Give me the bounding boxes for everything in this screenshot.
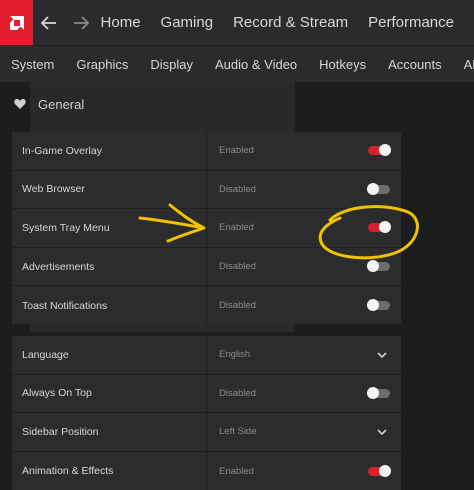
subtab-display[interactable]: Display [150,57,193,72]
chevron-down-icon[interactable] [376,349,388,361]
setting-label: In-Game Overlay [22,144,102,157]
setting-value: Disabled [219,387,256,399]
top-tabs: Home Gaming Record & Stream Performance [101,14,474,31]
chevron-down-icon[interactable] [376,426,388,438]
divider [206,132,207,170]
divider [206,336,207,374]
toggle-knob [367,260,379,273]
setting-label: System Tray Menu [22,221,110,234]
subtab-hotkeys[interactable]: Hotkeys [319,57,366,72]
system-tray-menu-toggle[interactable] [368,221,391,234]
setting-row-always-on-top: Always On Top Disabled [12,374,401,414]
tab-performance[interactable]: Performance [368,14,454,31]
app-settings-panel: Language English Always On Top Disabled … [12,336,401,490]
setting-value: English [219,349,251,361]
setting-row-web-browser: Web Browser Disabled [12,170,401,210]
toggle-knob [367,182,379,195]
setting-row-advertisements: Advertisements Disabled [12,247,401,287]
setting-row-toast-notifications: Toast Notifications Disabled [12,286,401,325]
advertisements-toggle[interactable] [367,260,390,273]
divider [206,209,207,247]
subtab-amd-link[interactable]: AMD Link [464,57,474,72]
divider [206,247,207,286]
setting-row-system-tray-menu: System Tray Menu Enabled [12,209,401,248]
setting-label: Always On Top [22,387,92,400]
subtab-audio-video[interactable]: Audio & Video [215,57,297,72]
top-nav-bar: Home Gaming Record & Stream Performance [0,0,474,45]
tab-gaming[interactable]: Gaming [161,14,214,31]
amd-logo-icon[interactable] [0,0,34,45]
setting-label: Sidebar Position [22,425,99,438]
toggle-knob [379,464,391,477]
setting-row-in-game-overlay: In-Game Overlay Enabled [12,132,401,171]
divider [206,374,207,413]
setting-value: Enabled [219,145,254,157]
setting-row-sidebar-position[interactable]: Sidebar Position Left Side [12,413,401,452]
tab-record-stream[interactable]: Record & Stream [233,14,348,31]
setting-value: Enabled [219,465,254,477]
in-game-overlay-toggle[interactable] [368,144,391,157]
general-settings-panel: In-Game Overlay Enabled Web Browser Disa… [12,132,401,325]
subtab-graphics[interactable]: Graphics [76,57,128,72]
divider [206,451,207,490]
animation-effects-toggle[interactable] [368,464,391,477]
divider [206,170,207,209]
web-browser-toggle[interactable] [367,182,390,195]
setting-label: Web Browser [22,183,85,196]
subtab-system[interactable]: System [11,57,54,72]
setting-value: Disabled [219,261,256,273]
forward-arrow-icon[interactable] [65,0,97,45]
always-on-top-toggle[interactable] [367,386,390,399]
toggle-knob [367,299,379,312]
setting-row-animation-effects: Animation & Effects Enabled [12,451,401,490]
toggle-knob [367,386,379,399]
settings-subnav: System Graphics Display Audio & Video Ho… [0,45,474,82]
setting-value: Disabled [219,300,256,312]
section-header: General [14,94,84,114]
subtab-accounts[interactable]: Accounts [388,57,441,72]
toast-notifications-toggle[interactable] [367,299,390,312]
divider [206,286,207,325]
setting-value: Disabled [219,183,256,195]
setting-label: Language [22,348,69,361]
setting-value: Enabled [219,222,254,234]
divider [206,413,207,451]
setting-value: Left Side [219,426,257,438]
heart-icon[interactable] [14,98,26,110]
toggle-knob [379,221,391,234]
setting-row-language[interactable]: Language English [12,336,401,375]
tab-home[interactable]: Home [101,14,141,31]
section-title: General [38,96,85,112]
setting-label: Advertisements [22,260,95,273]
setting-label: Toast Notifications [22,299,108,312]
toggle-knob [379,144,391,157]
setting-label: Animation & Effects [22,465,114,478]
back-arrow-icon[interactable] [33,0,65,45]
